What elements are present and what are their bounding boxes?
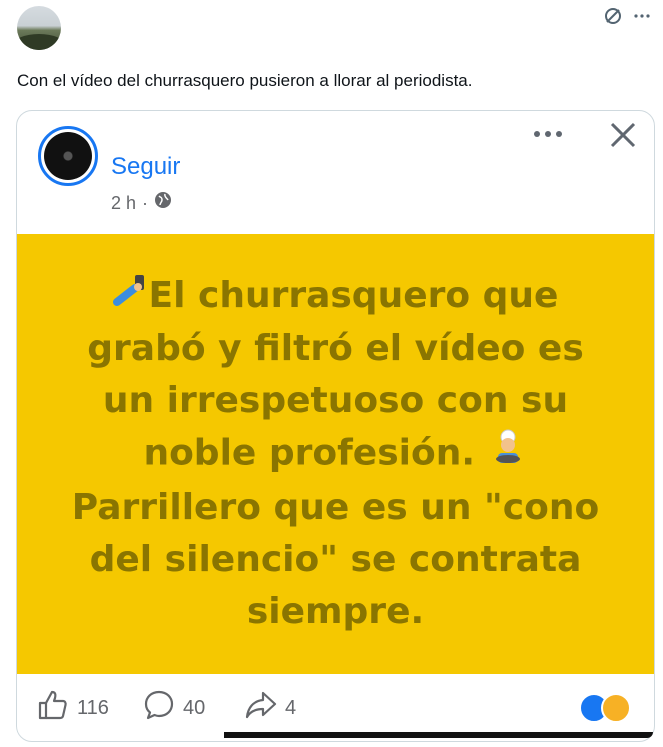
comment-count: 40 — [183, 696, 206, 719]
page-avatar[interactable] — [38, 126, 98, 186]
thumbs-up-icon — [37, 689, 69, 727]
banner-line-2: grabó y filtró el vídeo es — [87, 328, 584, 369]
banner-line-7: siempre. — [246, 591, 425, 632]
tweet-text: Con el vídeo del churrasquero pusieron a… — [17, 71, 473, 90]
banner-line-4: noble profesión. — [56, 427, 616, 482]
more-icon[interactable] — [634, 6, 650, 30]
selfie-emoji-icon — [112, 271, 149, 323]
post-time: 2 h — [111, 192, 137, 213]
share-icon — [245, 689, 277, 727]
banner-line-3: un irrespetuoso con su — [102, 380, 569, 421]
more-horizontal-icon[interactable] — [532, 119, 564, 155]
cook-emoji-icon — [488, 427, 528, 482]
close-icon[interactable] — [607, 119, 639, 159]
post-actions: 116 40 4 — [17, 689, 654, 725]
share-count: 4 — [285, 696, 297, 719]
comment-icon — [143, 689, 175, 727]
banner-line-1: El churrasquero que — [56, 270, 616, 323]
post-image-banner: El churrasquero que grabó y filtró el ví… — [17, 234, 654, 674]
like-count: 116 — [77, 696, 109, 719]
post-meta: 2 h · — [111, 191, 172, 214]
video-progress-bar — [224, 732, 653, 738]
banner-line-5: Parrillero que es un "cono — [71, 487, 600, 528]
meta-separator: · — [142, 192, 149, 213]
avatar[interactable] — [17, 6, 61, 50]
comment-button[interactable]: 40 — [143, 689, 205, 727]
globe-icon — [154, 191, 172, 214]
share-button[interactable]: 4 — [245, 689, 296, 727]
haha-reaction-icon — [601, 693, 631, 723]
embedded-post[interactable]: Seguir 2 h · El churrasquero que grabó y… — [16, 110, 655, 742]
grok-icon[interactable] — [603, 6, 623, 30]
banner-line-6: del silencio" se contrata — [89, 539, 582, 580]
banner-text: El churrasquero que grabó y filtró el ví… — [56, 270, 616, 638]
reactions-icon[interactable] — [579, 693, 631, 723]
like-button[interactable]: 116 — [37, 689, 109, 727]
follow-button[interactable]: Seguir — [111, 153, 180, 181]
